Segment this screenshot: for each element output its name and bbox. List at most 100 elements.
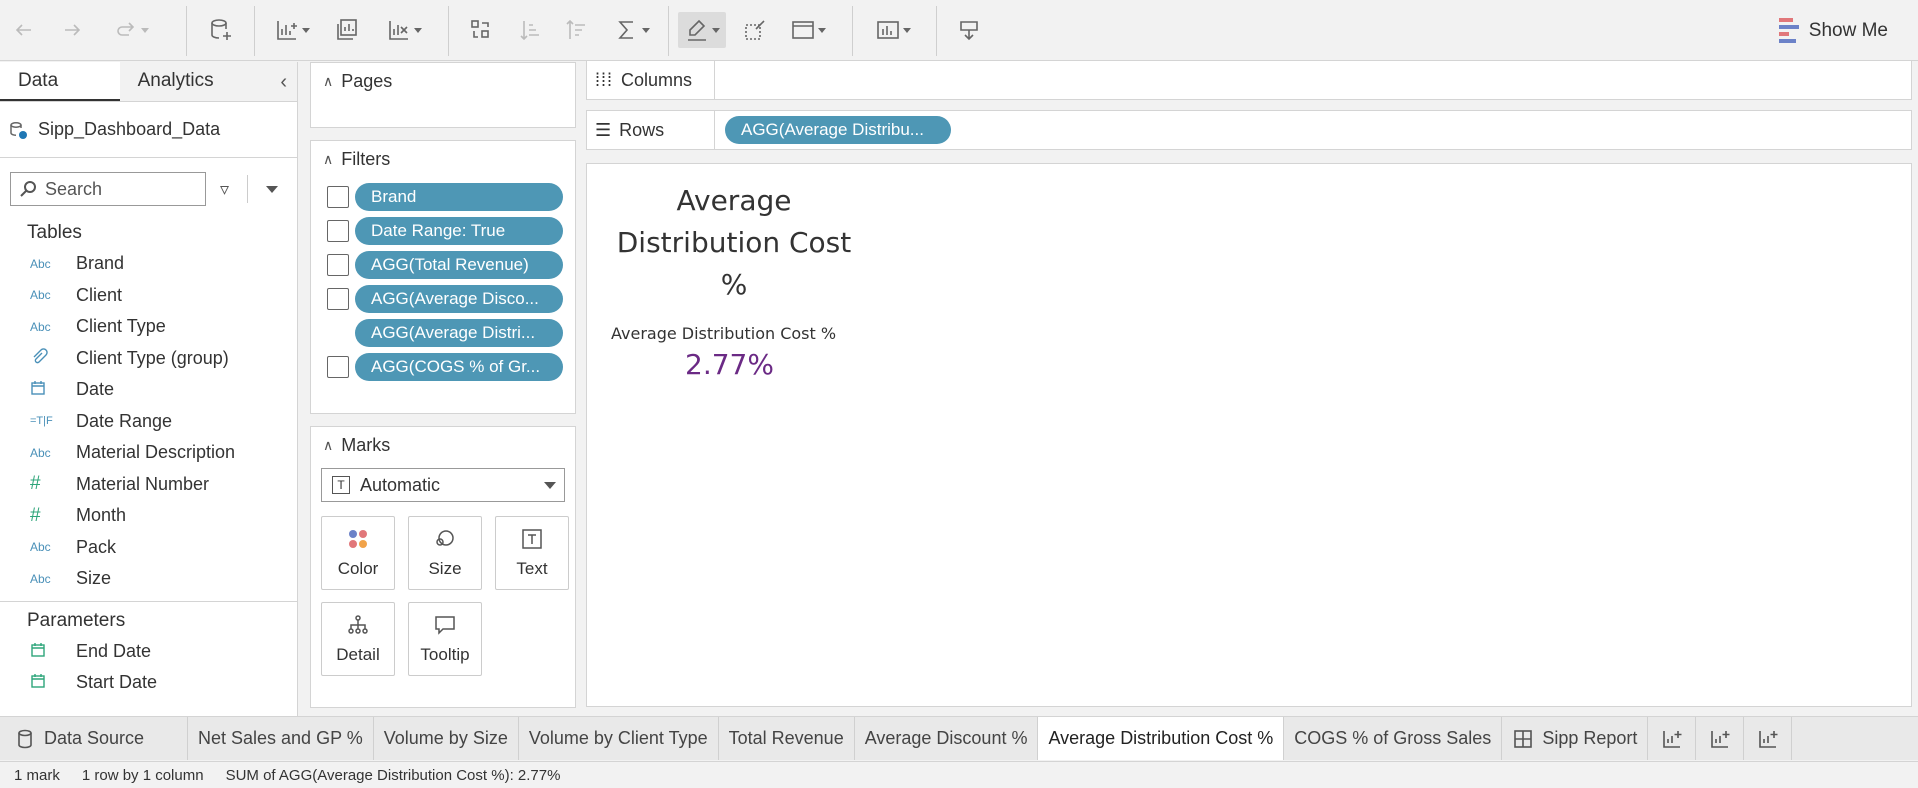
new-worksheet-button[interactable] bbox=[1648, 717, 1697, 760]
field-item[interactable]: Abc Pack bbox=[0, 532, 297, 564]
filter-icon bbox=[327, 288, 349, 310]
mark-type-value: Automatic bbox=[360, 474, 441, 495]
color-label: Color bbox=[337, 559, 379, 578]
color-button[interactable]: Color bbox=[321, 516, 395, 590]
forward-icon[interactable] bbox=[56, 12, 88, 48]
viz-title-line: Average bbox=[676, 184, 792, 217]
calendar-icon bbox=[30, 673, 76, 692]
data-pane: Data Analytics ‹ Sipp_Dashboard_Data Sea… bbox=[0, 62, 298, 716]
data-source-item[interactable]: Sipp_Dashboard_Data bbox=[0, 102, 297, 158]
filter-pill[interactable]: Date Range: True bbox=[355, 217, 563, 245]
filter-pill[interactable]: AGG(COGS % of Gr... bbox=[355, 353, 563, 381]
swap-rows-columns-icon[interactable] bbox=[464, 12, 498, 48]
new-dashboard-button[interactable] bbox=[1696, 717, 1745, 760]
string-field-icon: Abc bbox=[30, 288, 51, 303]
sheet-tab-label: COGS % of Gross Sales bbox=[1294, 728, 1492, 748]
filters-title: Filters bbox=[341, 149, 391, 169]
new-story-button[interactable] bbox=[1744, 717, 1793, 760]
rows-pill[interactable]: AGG(Average Distribu... bbox=[725, 116, 951, 144]
sheet-tab[interactable]: Net Sales and GP % bbox=[188, 717, 374, 760]
dashboard-icon bbox=[1514, 729, 1533, 748]
sheet-tab[interactable]: Total Revenue bbox=[719, 717, 855, 760]
new-story-icon bbox=[1759, 730, 1778, 748]
size-button[interactable]: Size bbox=[408, 516, 482, 590]
search-icon bbox=[20, 181, 36, 197]
data-source-tab[interactable]: Data Source bbox=[0, 717, 188, 760]
fit-icon[interactable] bbox=[784, 12, 832, 48]
filter-icon bbox=[327, 186, 349, 208]
field-item[interactable]: Abc Material Description bbox=[0, 437, 297, 469]
new-worksheet-icon[interactable] bbox=[272, 12, 312, 48]
filter-fields-icon[interactable]: ▿ bbox=[220, 179, 229, 200]
parameter-label: End Date bbox=[76, 640, 152, 661]
clear-sheet-icon[interactable] bbox=[382, 12, 426, 48]
sheet-tab[interactable]: COGS % of Gross Sales bbox=[1284, 717, 1503, 760]
field-item[interactable]: Abc Client bbox=[0, 280, 297, 312]
string-field-icon: Abc bbox=[30, 319, 51, 334]
sort-ascending-icon[interactable] bbox=[514, 12, 548, 48]
sheet-tab[interactable]: Average Distribution Cost % bbox=[1038, 717, 1285, 760]
filter-pill[interactable]: AGG(Average Distri... bbox=[355, 319, 563, 347]
search-input[interactable]: Search bbox=[10, 172, 206, 206]
field-item[interactable]: Abc Client Type bbox=[0, 311, 297, 343]
filters-card: ∧ Filters Brand Date Range: True AGG(Total … bbox=[310, 140, 576, 414]
totals-icon[interactable] bbox=[610, 12, 654, 48]
field-label: Brand bbox=[76, 253, 125, 274]
back-icon[interactable] bbox=[8, 12, 40, 48]
sheet-tab[interactable]: Volume by Size bbox=[374, 717, 519, 760]
show-me-button[interactable]: Show Me bbox=[1778, 18, 1888, 43]
parameter-item[interactable]: End Date bbox=[0, 636, 297, 668]
field-item[interactable]: Client Type (group) bbox=[0, 343, 297, 375]
field-label: Client Type (group) bbox=[76, 347, 229, 368]
parameters-heading: Parameters bbox=[27, 609, 126, 631]
show-labels-icon[interactable] bbox=[868, 12, 918, 48]
new-data-source-icon[interactable] bbox=[204, 12, 238, 48]
tab-analytics-label: Analytics bbox=[137, 70, 214, 91]
rows-shelf[interactable]: ☰ Rows AGG(Average Distribu... bbox=[586, 110, 1912, 150]
highlight-icon[interactable] bbox=[678, 12, 726, 48]
field-label: Client bbox=[76, 284, 123, 305]
format-icon[interactable] bbox=[738, 12, 772, 48]
sort-descending-icon[interactable] bbox=[560, 12, 594, 48]
sheet-tab[interactable]: Volume by Client Type bbox=[519, 717, 719, 760]
sheet-tab[interactable]: Average Discount % bbox=[855, 717, 1039, 760]
sheet-tab[interactable]: Sipp Report bbox=[1502, 717, 1649, 760]
field-label: Date bbox=[76, 379, 115, 400]
presentation-icon[interactable] bbox=[952, 12, 986, 48]
collapse-caret-icon[interactable]: ∧ bbox=[323, 437, 333, 454]
tooltip-button[interactable]: Tooltip bbox=[408, 602, 482, 676]
columns-shelf[interactable]: ⁞⁞⁞ Columns bbox=[586, 60, 1912, 100]
filter-pill[interactable]: Brand bbox=[355, 183, 563, 211]
calendar-icon bbox=[30, 380, 76, 399]
detail-icon bbox=[348, 615, 368, 634]
collapse-pane-icon[interactable]: ‹ bbox=[280, 71, 287, 94]
detail-button[interactable]: Detail bbox=[321, 602, 395, 676]
field-label: Material Number bbox=[76, 473, 210, 494]
pages-title: Pages bbox=[341, 71, 393, 91]
database-icon bbox=[18, 729, 32, 748]
parameter-item[interactable]: Start Date bbox=[0, 667, 297, 699]
collapse-caret-icon[interactable]: ∧ bbox=[323, 151, 333, 168]
field-item[interactable]: # Material Number bbox=[0, 469, 297, 501]
filter-pill[interactable]: AGG(Average Disco... bbox=[355, 285, 563, 313]
field-item[interactable]: =T|F Date Range bbox=[0, 406, 297, 438]
filter-pill[interactable]: AGG(Total Revenue) bbox=[355, 251, 563, 279]
field-item[interactable]: # Month bbox=[0, 500, 297, 532]
text-button[interactable]: Text bbox=[495, 516, 569, 590]
mark-type-dropdown[interactable]: T Automatic bbox=[321, 468, 565, 502]
redo-icon[interactable] bbox=[104, 12, 158, 48]
field-item[interactable]: Abc Brand bbox=[0, 248, 297, 280]
field-label: Month bbox=[76, 505, 127, 526]
tab-data[interactable]: Data bbox=[0, 62, 120, 101]
menu-dropdown-icon[interactable] bbox=[266, 185, 279, 193]
field-label: Size bbox=[76, 568, 112, 589]
measure-value[interactable]: 2.77% bbox=[685, 348, 774, 381]
field-item[interactable]: Abc Size bbox=[0, 563, 297, 595]
field-item[interactable]: Date bbox=[0, 374, 297, 406]
toolbar: Show Me bbox=[0, 0, 1918, 61]
filter-row: AGG(Total Revenue) bbox=[311, 248, 575, 282]
show-me-icon bbox=[1778, 18, 1799, 43]
duplicate-sheet-icon[interactable] bbox=[330, 12, 364, 48]
tab-analytics[interactable]: Analytics ‹ bbox=[119, 62, 297, 101]
collapse-caret-icon[interactable]: ∧ bbox=[323, 73, 333, 90]
